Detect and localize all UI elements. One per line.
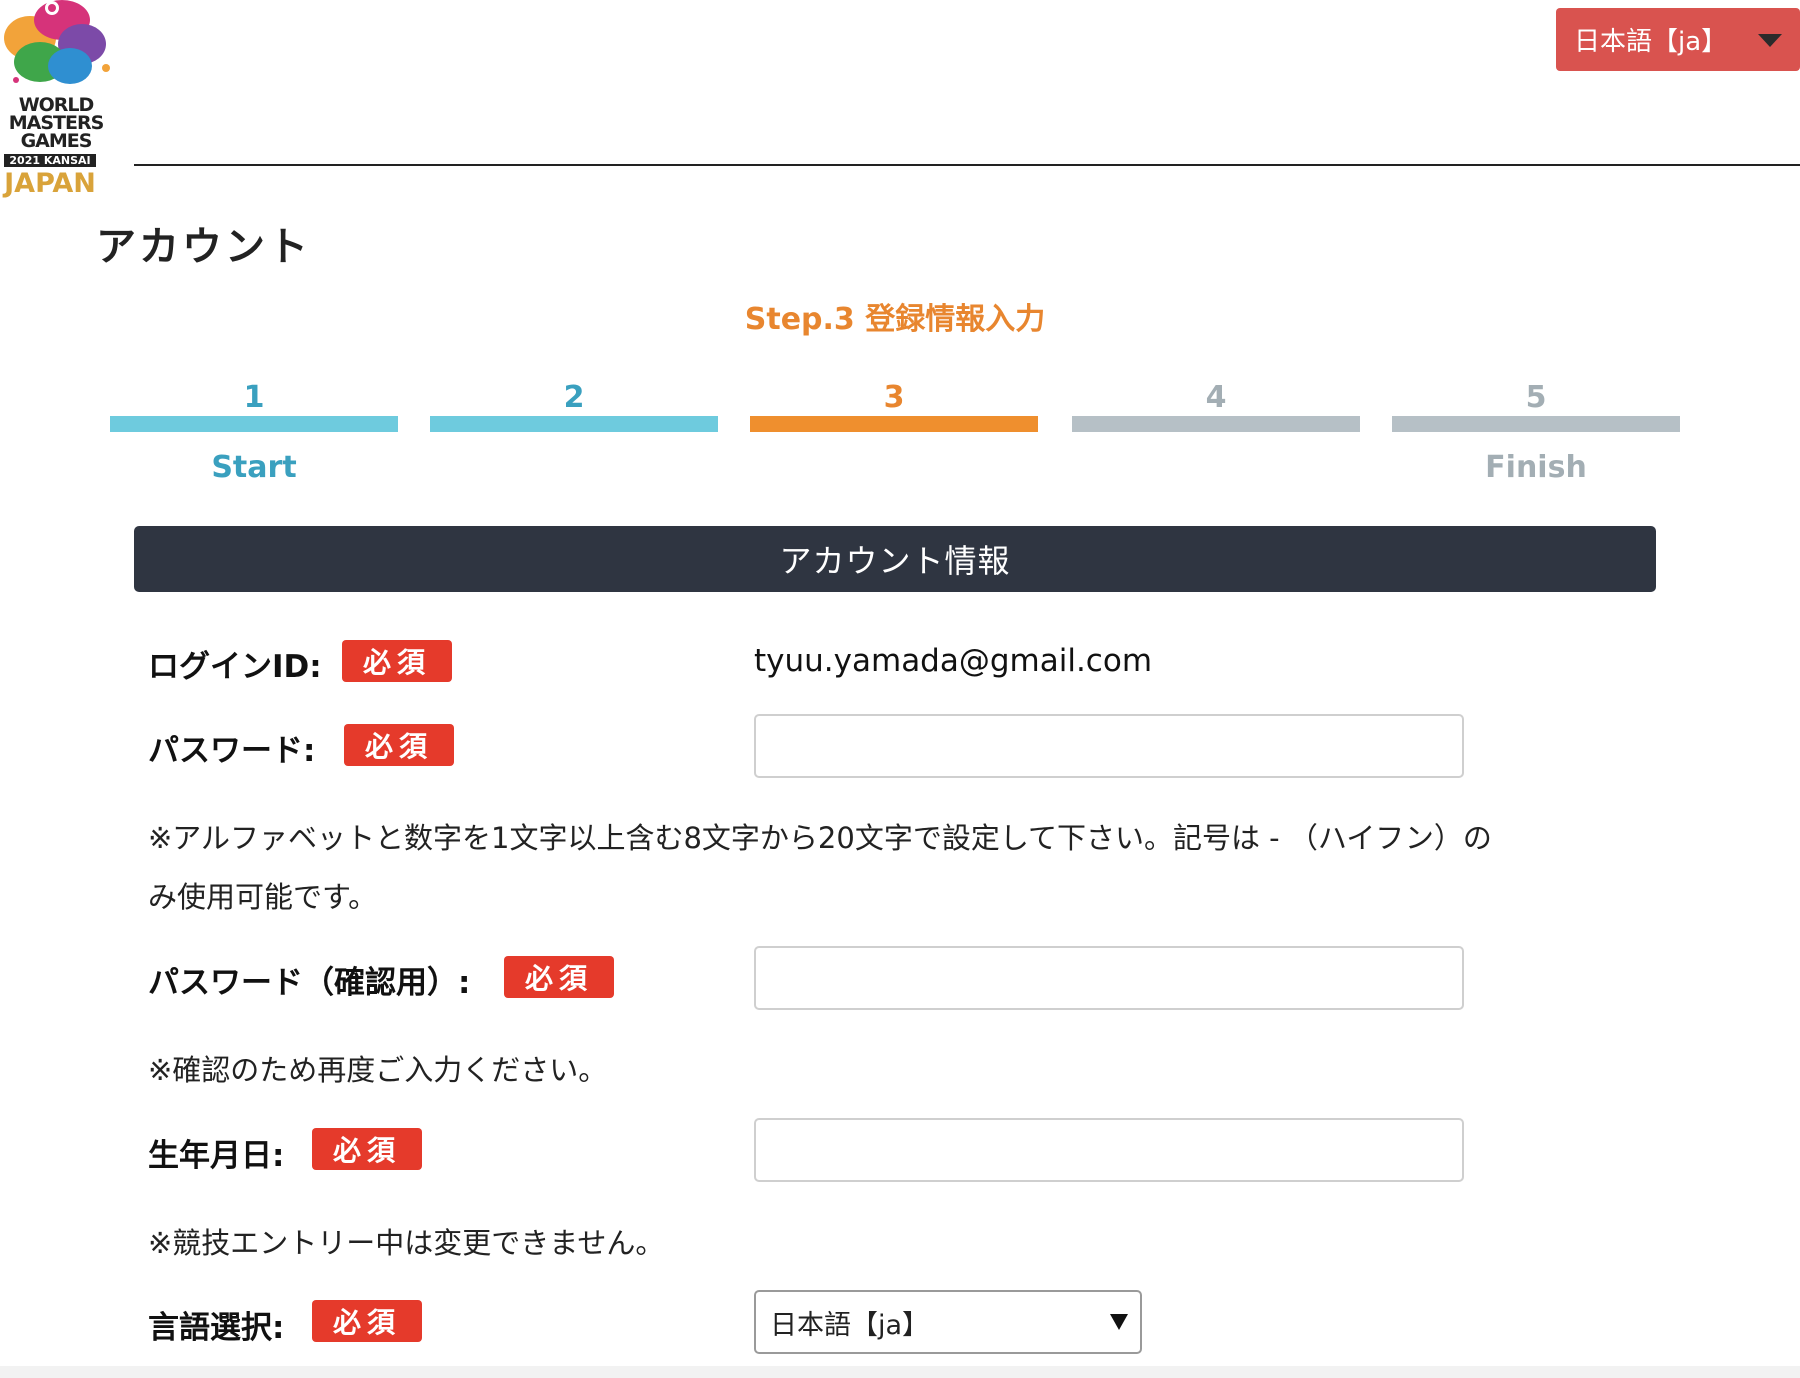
birthdate-input[interactable] (754, 1118, 1464, 1182)
password-input[interactable] (754, 714, 1464, 778)
step-caption-5: Finish (1485, 450, 1587, 485)
header-divider (134, 164, 1800, 166)
flower-emblem-icon (4, 0, 110, 84)
password-confirm-input[interactable] (754, 946, 1464, 1010)
required-badge: 必須 (344, 724, 454, 766)
language-select-label: 言語選択: (148, 1310, 285, 1346)
chevron-down-icon (1758, 34, 1782, 47)
step-bar-5 (1392, 416, 1680, 432)
birthdate-note: ※競技エントリー中は変更できません。 (148, 1226, 665, 1260)
logo-kansai: 2021 KANSAI (4, 154, 96, 167)
caret-down-icon (1110, 1314, 1128, 1330)
step-number-3: 3 (883, 380, 905, 415)
wmg-logo: WORLD MASTERS GAMES 2021 KANSAI JAPAN (0, 0, 112, 200)
birthdate-label: 生年月日: (148, 1138, 285, 1174)
language-select-top-value: 日本語【ja】 (1574, 27, 1728, 57)
language-select-value: 日本語【ja】 (770, 1309, 930, 1341)
password-note-continued: み使用可能です。 (148, 880, 378, 914)
step-number-5: 5 (1525, 380, 1547, 415)
language-select-top[interactable]: 日本語【ja】 (1556, 8, 1800, 71)
logo-japan: JAPAN (4, 168, 96, 199)
step-number-1: 1 (243, 380, 265, 415)
password-confirm-note: ※確認のため再度ご入力ください。 (148, 1053, 608, 1087)
step-bar-3 (750, 416, 1038, 432)
page-title: アカウント (96, 224, 311, 270)
language-select[interactable]: 日本語【ja】 (754, 1290, 1142, 1354)
required-badge: 必須 (504, 956, 614, 998)
step-bar-2 (430, 416, 718, 432)
step-bar-4 (1072, 416, 1360, 432)
login-id-label: ログインID: (148, 649, 322, 685)
required-badge: 必須 (312, 1128, 422, 1170)
password-confirm-label: パスワード（確認用）: (148, 965, 471, 1001)
required-badge: 必須 (312, 1300, 422, 1342)
required-badge: 必須 (342, 640, 452, 682)
password-note: ※アルファベットと数字を1文字以上含む8文字から20文字で設定して下さい。記号は… (148, 821, 1492, 855)
step-caption-1: Start (211, 450, 297, 485)
current-step-label: Step.3 登録情報入力 (744, 302, 1046, 337)
bottom-strip (0, 1366, 1800, 1378)
password-label: パスワード: (148, 733, 316, 769)
step-number-2: 2 (563, 380, 585, 415)
login-id-value: tyuu.yamada@gmail.com (754, 643, 1153, 679)
step-bar-1 (110, 416, 398, 432)
account-info-header: アカウント情報 (134, 526, 1656, 592)
step-number-4: 4 (1205, 380, 1227, 415)
logo-games: GAMES (20, 130, 93, 152)
